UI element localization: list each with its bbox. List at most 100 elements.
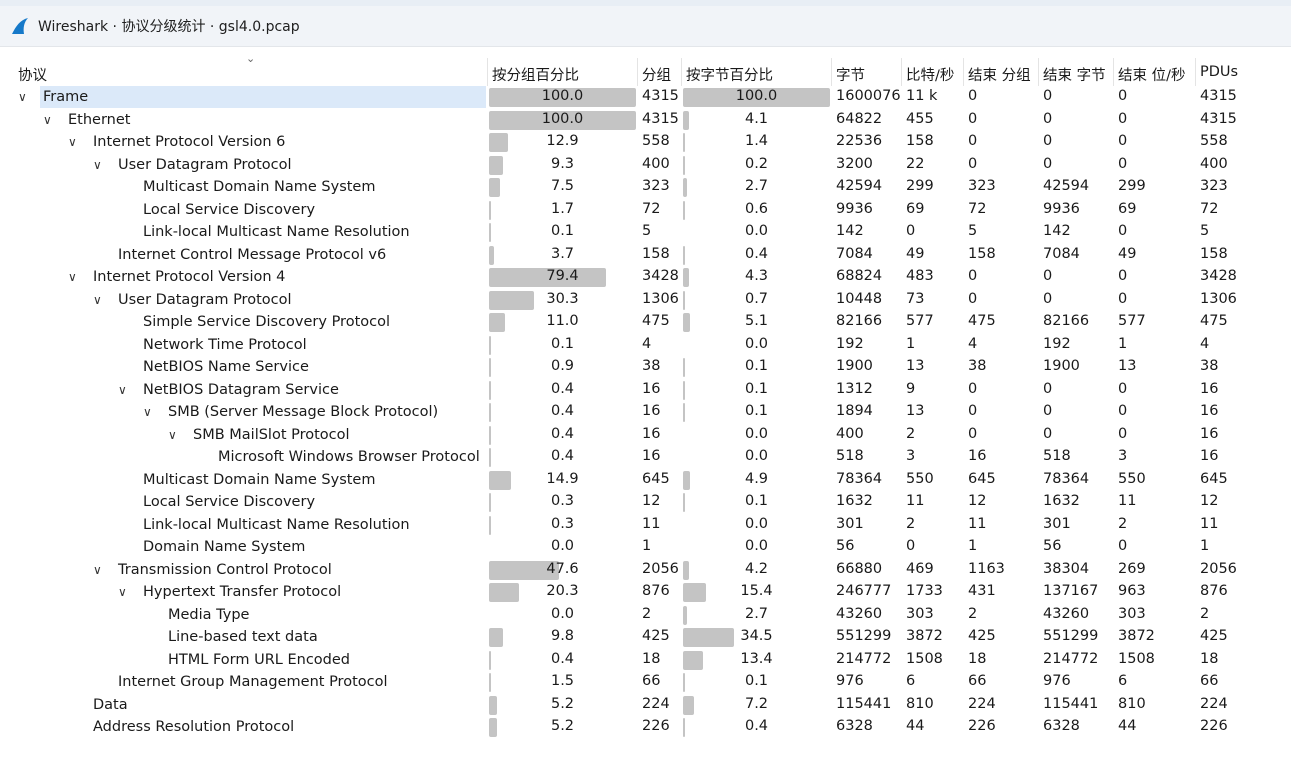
column-divider[interactable] [637, 58, 638, 86]
table-row[interactable]: ∨ SMB MailSlot Protocol 0.4 16 0.0 400 2 0 0 0 16 [0, 424, 1291, 447]
column-divider[interactable] [487, 58, 488, 86]
tree-cell[interactable]: Line-based text data [143, 627, 318, 647]
packets-value: 2056 [642, 560, 679, 577]
table-row[interactable]: ∨ Internet Protocol Version 6 12.9 558 1.4 22… [0, 131, 1291, 154]
tree-cell[interactable]: ∨ NetBIOS Datagram Service [118, 380, 339, 400]
tree-cell[interactable]: Address Resolution Protocol [68, 717, 294, 737]
tree-cell[interactable]: Microsoft Windows Browser Protocol [193, 447, 480, 467]
tree-cell[interactable]: Local Service Discovery [118, 200, 315, 220]
column-divider[interactable] [963, 58, 964, 86]
table-row[interactable]: ∨ Ethernet 100.0 4315 4.1 64822 455 0 0 0 4315 [0, 109, 1291, 132]
tree-cell[interactable]: Data [68, 695, 128, 715]
tree-cell[interactable]: Internet Group Management Protocol [93, 672, 388, 692]
col-pct-packets[interactable]: 按分组百分比 [492, 64, 579, 85]
tree-cell[interactable]: Domain Name System [118, 537, 305, 557]
col-end-bits[interactable]: 结束 位/秒 [1118, 64, 1186, 85]
table-row[interactable]: ∨ NetBIOS Datagram Service 0.4 16 0.1 1312 9 0 0… [0, 379, 1291, 402]
pct-bytes-value: 13.4 [740, 650, 773, 667]
pct-packets-value: 100.0 [541, 110, 584, 127]
col-protocol[interactable]: 协议 [18, 64, 47, 85]
tree-cell[interactable]: ∨ User Datagram Protocol [93, 290, 292, 310]
table-row[interactable]: Link-local Multicast Name Resolution 0.3 1… [0, 514, 1291, 537]
pct-bytes-value: 0.0 [744, 515, 769, 532]
chevron-down-icon[interactable]: ∨ [43, 113, 68, 127]
column-divider[interactable] [831, 58, 832, 86]
chevron-down-icon[interactable]: ∨ [93, 293, 118, 307]
bytes-value: 976 [836, 673, 864, 689]
table-row[interactable]: Data 5.2 224 7.2 115441 810 224 115441 810 224 [0, 694, 1291, 717]
table-row[interactable]: HTML Form URL Encoded 0.4 18 13.4 214772 1508… [0, 649, 1291, 672]
chevron-down-icon[interactable]: ∨ [93, 563, 118, 577]
end-packets-value: 72 [968, 200, 987, 217]
tree-cell[interactable]: Multicast Domain Name System [118, 177, 375, 197]
tree-cell[interactable]: HTML Form URL Encoded [143, 650, 350, 670]
table-row[interactable]: ∨ Frame 100.0 4315 100.0 1600076 11 k 0 0 0 4315 [0, 86, 1291, 109]
col-pct-bytes[interactable]: 按字节百分比 [686, 64, 773, 85]
table-row[interactable]: Link-local Multicast Name Resolution 0.1 5… [0, 221, 1291, 244]
tree-cell[interactable]: ∨ User Datagram Protocol [93, 155, 292, 175]
chevron-down-icon[interactable]: ∨ [143, 405, 168, 419]
bits-per-sec-value: 577 [906, 313, 934, 329]
table-row[interactable]: Network Time Protocol 0.1 4 0.0 192 1 4 192 1 4 [0, 334, 1291, 357]
table-row[interactable]: ∨ Transmission Control Protocol 47.6 2056 4.… [0, 559, 1291, 582]
table-row[interactable]: Internet Group Management Protocol 1.5 66 0… [0, 671, 1291, 694]
table-row[interactable]: Simple Service Discovery Protocol 11.0 475… [0, 311, 1291, 334]
table-row[interactable]: Multicast Domain Name System 14.9 645 4.9 78… [0, 469, 1291, 492]
col-bits-per-sec[interactable]: 比特/秒 [906, 64, 954, 85]
tree-cell[interactable]: Simple Service Discovery Protocol [118, 312, 390, 332]
col-end-bytes[interactable]: 结束 字节 [1043, 64, 1106, 85]
bytes-value: 82166 [836, 313, 883, 329]
table-row[interactable]: NetBIOS Name Service 0.9 38 0.1 1900 13 38 1900… [0, 356, 1291, 379]
table-row[interactable]: Media Type 0.0 2 2.7 43260 303 2 43260 303 2 [0, 604, 1291, 627]
tree-cell[interactable]: ∨ Frame [18, 87, 88, 107]
tree-cell[interactable]: Link-local Multicast Name Resolution [118, 222, 410, 242]
tree-cell[interactable]: ∨ SMB MailSlot Protocol [168, 425, 350, 445]
tree-cell[interactable]: Local Service Discovery [118, 492, 315, 512]
column-divider[interactable] [901, 58, 902, 86]
table-row[interactable]: Address Resolution Protocol 5.2 226 0.4 6328… [0, 716, 1291, 739]
tree-cell[interactable]: Network Time Protocol [118, 335, 307, 355]
pct-bytes-value: 0.6 [744, 200, 769, 217]
col-end-packets[interactable]: 结束 分组 [968, 64, 1031, 85]
table-row[interactable]: Local Service Discovery 1.7 72 0.6 9936 69 72 9… [0, 199, 1291, 222]
tree-cell[interactable]: Link-local Multicast Name Resolution [118, 515, 410, 535]
chevron-down-icon[interactable]: ∨ [118, 585, 143, 599]
table-row[interactable]: Multicast Domain Name System 7.5 323 2.7 425… [0, 176, 1291, 199]
chevron-down-icon[interactable]: ∨ [93, 158, 118, 172]
col-bytes[interactable]: 字节 [836, 64, 865, 85]
col-packets[interactable]: 分组 [642, 64, 671, 85]
protocol-tree[interactable]: ∨ Frame 100.0 4315 100.0 1600076 11 k 0 0 0 4315 ∨ E… [0, 86, 1291, 739]
tree-cell[interactable]: Internet Control Message Protocol v6 [93, 245, 386, 265]
table-row[interactable]: ∨ SMB (Server Message Block Protocol) 0.4 1… [0, 401, 1291, 424]
col-pdus[interactable]: PDUs [1200, 64, 1238, 80]
tree-cell[interactable]: Multicast Domain Name System [118, 470, 375, 490]
column-divider[interactable] [1038, 58, 1039, 86]
table-row[interactable]: Domain Name System 0.0 1 0.0 56 0 1 56 0 1 [0, 536, 1291, 559]
table-row[interactable]: ∨ User Datagram Protocol 30.3 1306 0.7 10448 7… [0, 289, 1291, 312]
table-row[interactable]: ∨ Hypertext Transfer Protocol 20.3 876 15.4 2… [0, 581, 1291, 604]
table-row[interactable]: Line-based text data 9.8 425 34.5 551299 3872… [0, 626, 1291, 649]
tree-cell[interactable]: ∨ Internet Protocol Version 6 [68, 132, 285, 152]
table-row[interactable]: Internet Control Message Protocol v6 3.7 1… [0, 244, 1291, 267]
table-row[interactable]: ∨ User Datagram Protocol 9.3 400 0.2 3200 22 0 0… [0, 154, 1291, 177]
chevron-down-icon[interactable]: ∨ [68, 270, 93, 284]
tree-cell[interactable]: ∨ Hypertext Transfer Protocol [118, 582, 341, 602]
chevron-down-icon[interactable]: ∨ [168, 428, 193, 442]
chevron-down-icon[interactable]: ∨ [68, 135, 93, 149]
column-divider[interactable] [1195, 58, 1196, 86]
sort-indicator-icon[interactable]: ⌄ [246, 52, 255, 65]
tree-cell[interactable]: NetBIOS Name Service [118, 357, 309, 377]
chevron-down-icon[interactable]: ∨ [18, 90, 43, 104]
tree-cell[interactable]: ∨ Transmission Control Protocol [93, 560, 332, 580]
tree-cell[interactable]: ∨ Ethernet [43, 110, 130, 130]
end-packets-value: 4 [968, 335, 978, 352]
table-row[interactable]: Local Service Discovery 0.3 12 0.1 1632 11 12 1… [0, 491, 1291, 514]
tree-cell[interactable]: ∨ SMB (Server Message Block Protocol) [143, 402, 438, 422]
tree-cell[interactable]: ∨ Internet Protocol Version 4 [68, 267, 285, 287]
column-divider[interactable] [681, 58, 682, 86]
table-row[interactable]: Microsoft Windows Browser Protocol 0.4 16 0… [0, 446, 1291, 469]
chevron-down-icon[interactable]: ∨ [118, 383, 143, 397]
column-divider[interactable] [1113, 58, 1114, 86]
table-row[interactable]: ∨ Internet Protocol Version 4 79.4 3428 4.3 6… [0, 266, 1291, 289]
tree-cell[interactable]: Media Type [143, 605, 249, 625]
